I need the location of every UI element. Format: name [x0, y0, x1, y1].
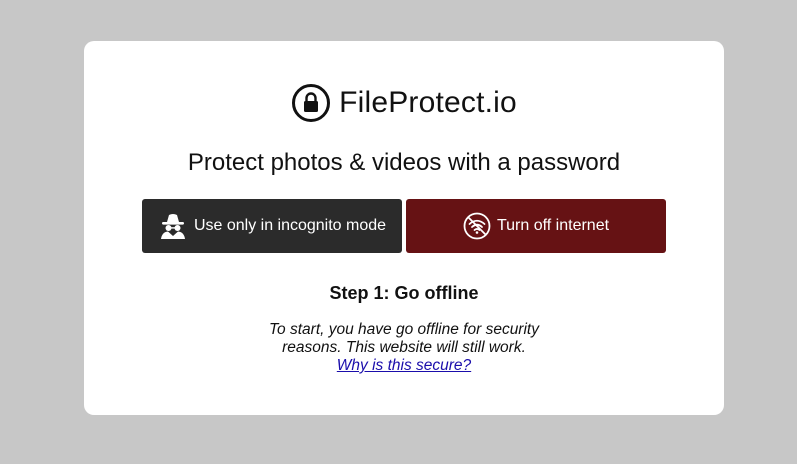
turn-off-internet-label: Turn off internet — [496, 217, 610, 234]
wifi-off-icon — [463, 212, 491, 240]
incognito-mode-button[interactable]: Use only in incognito mode — [142, 199, 402, 253]
turn-off-internet-button[interactable]: Turn off internet — [406, 199, 666, 253]
step-description-block: To start, you have go offline for securi… — [254, 321, 554, 375]
why-secure-link[interactable]: Why is this secure? — [254, 357, 554, 375]
main-card: FileProtect.io Protect photos & videos w… — [84, 41, 724, 415]
incognito-spy-icon — [158, 213, 188, 239]
tagline: Protect photos & videos with a password — [187, 149, 621, 176]
brand-name: FileProtect.io — [339, 86, 517, 119]
lock-circle-icon — [291, 83, 331, 123]
incognito-mode-label: Use only in incognito mode — [193, 217, 387, 234]
brand-header: FileProtect.io — [84, 81, 724, 125]
step-description: To start, you have go offline for securi… — [269, 321, 539, 356]
step-title: Step 1: Go offline — [329, 283, 479, 303]
